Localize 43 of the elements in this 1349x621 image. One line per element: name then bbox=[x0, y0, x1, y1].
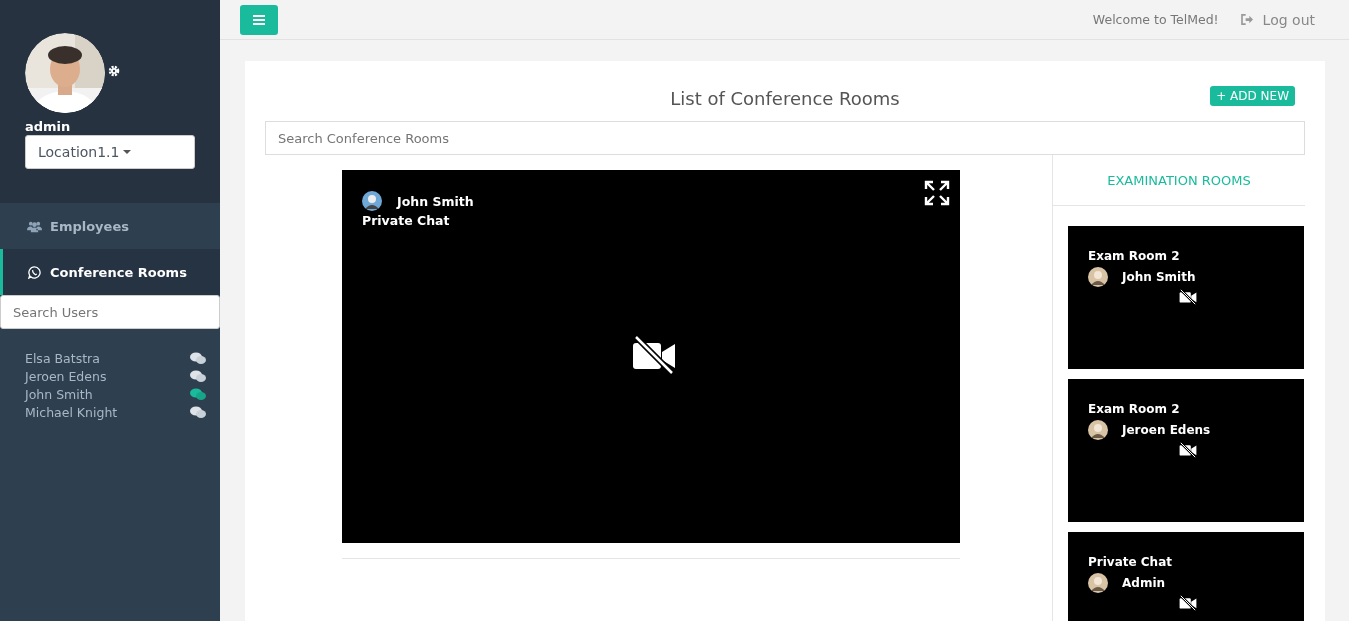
settings-icon[interactable] bbox=[108, 65, 120, 77]
caret-icon bbox=[123, 149, 132, 154]
room-name: Private Chat bbox=[362, 213, 450, 228]
user-name[interactable]: Jeroen Edens bbox=[25, 368, 107, 384]
menu-icon bbox=[253, 14, 265, 25]
phone-chat-icon bbox=[27, 265, 42, 279]
avatar-icon bbox=[1088, 573, 1108, 593]
search-field[interactable]: Search Users bbox=[0, 295, 220, 329]
nav-item[interactable]: Conference Rooms bbox=[0, 249, 220, 295]
chat-bubbles-icon[interactable] bbox=[190, 351, 206, 365]
user-name[interactable]: Elsa Batstra bbox=[25, 350, 100, 366]
participant-name: Admin bbox=[1122, 576, 1166, 590]
camera-off-icon bbox=[632, 335, 676, 375]
location-dropdown[interactable]: Location1.1 bbox=[25, 134, 195, 169]
participant-name: John Smith bbox=[1122, 270, 1196, 284]
users-icon bbox=[27, 219, 42, 233]
room-name: Private Chat bbox=[1088, 555, 1172, 569]
user-name: admin bbox=[25, 119, 72, 135]
user-name[interactable]: Michael Knight bbox=[25, 404, 118, 420]
sign-out-icon bbox=[1240, 14, 1254, 25]
camera-off-icon bbox=[1179, 289, 1197, 305]
camera-off-icon bbox=[1179, 442, 1197, 458]
user-name[interactable]: John Smith bbox=[25, 386, 93, 402]
chat-bubbles-icon[interactable] bbox=[190, 387, 206, 401]
chat-bubbles-icon[interactable] bbox=[190, 369, 206, 383]
avatar-icon bbox=[1088, 420, 1108, 440]
camera-off-icon bbox=[1179, 595, 1197, 611]
room-name: Exam Room 2 bbox=[1088, 249, 1180, 263]
participant-name: Jeroen Edens bbox=[1122, 423, 1211, 437]
section-heading: EXAMINATION ROOMS bbox=[1053, 155, 1305, 206]
room-video-tile[interactable]: Exam Room 2 John Smith bbox=[1068, 226, 1304, 369]
welcome-text: Welcome to TelMed! bbox=[1092, 12, 1219, 27]
panel-title: List of Conference Rooms bbox=[670, 87, 900, 109]
room-video-tile[interactable]: Exam Room 2 Jeroen Edens bbox=[1068, 379, 1304, 522]
fullscreen-icon[interactable] bbox=[924, 180, 950, 206]
avatar-icon bbox=[1088, 267, 1108, 287]
room-name: Exam Room 2 bbox=[1088, 402, 1180, 416]
search-field[interactable]: Search Conference Rooms bbox=[265, 121, 1305, 155]
logout-link[interactable]: Log out bbox=[1240, 11, 1315, 28]
avatar-icon bbox=[362, 191, 382, 211]
room-video-tile[interactable]: Private Chat Admin bbox=[1068, 532, 1304, 621]
chat-bubbles-icon[interactable] bbox=[190, 405, 206, 419]
participant-name: John Smith bbox=[397, 193, 474, 209]
